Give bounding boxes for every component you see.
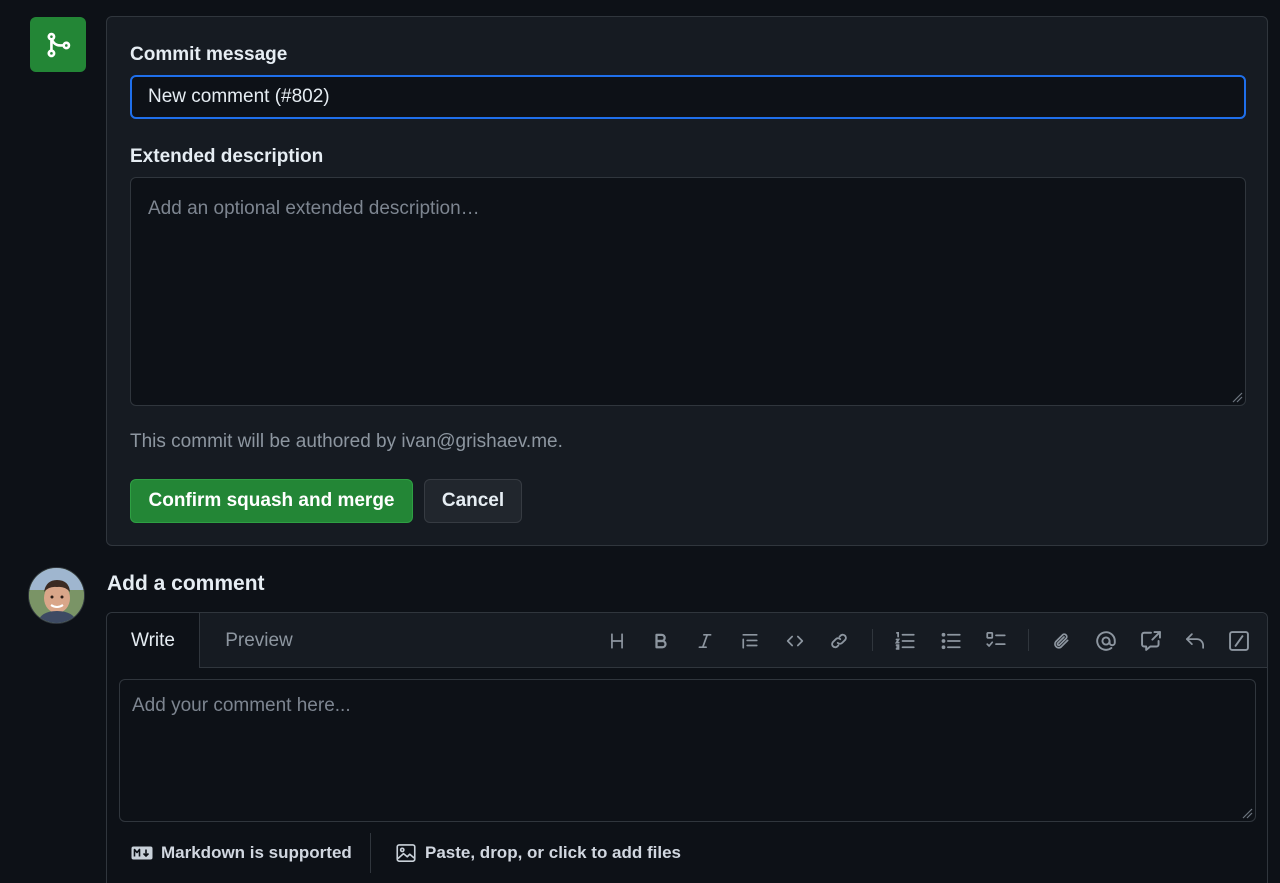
heading-icon[interactable] xyxy=(603,627,631,655)
comment-placeholder: Add your comment here... xyxy=(132,695,351,716)
commit-message-input[interactable]: New comment (#802) xyxy=(130,75,1246,119)
quote-icon[interactable] xyxy=(736,627,764,655)
footer-divider xyxy=(370,833,371,873)
git-merge-icon xyxy=(30,17,86,72)
cross-reference-icon[interactable] xyxy=(1137,627,1165,655)
image-icon xyxy=(396,844,416,862)
add-files-button[interactable]: Paste, drop, or click to add files xyxy=(395,841,681,865)
comment-input[interactable]: Add your comment here... xyxy=(119,679,1256,822)
avatar[interactable] xyxy=(28,567,85,624)
link-icon[interactable] xyxy=(825,627,853,655)
bold-icon[interactable] xyxy=(647,627,675,655)
confirm-squash-merge-button[interactable]: Confirm squash and merge xyxy=(130,479,413,523)
markdown-supported-link[interactable]: Markdown is supported xyxy=(131,841,352,865)
toolbar-divider xyxy=(872,629,873,651)
author-note: This commit will be authored by ivan@gri… xyxy=(130,431,563,452)
tab-write[interactable]: Write xyxy=(107,613,200,668)
markdown-note: Markdown is supported xyxy=(161,843,352,862)
cancel-button[interactable]: Cancel xyxy=(424,479,522,523)
code-icon[interactable] xyxy=(781,627,809,655)
commit-message-label: Commit message xyxy=(130,44,288,65)
files-note: Paste, drop, or click to add files xyxy=(425,843,682,862)
unordered-list-icon[interactable] xyxy=(937,627,965,655)
task-list-icon[interactable] xyxy=(982,627,1010,655)
mention-icon[interactable] xyxy=(1092,627,1120,655)
extended-description-placeholder: Add an optional extended description… xyxy=(148,198,480,219)
comment-box: Write Preview Add your comment here... M… xyxy=(106,612,1268,883)
italic-icon[interactable] xyxy=(691,627,719,655)
comment-toolbar: Write Preview xyxy=(107,613,1267,668)
attach-icon[interactable] xyxy=(1048,627,1076,655)
tab-preview[interactable]: Preview xyxy=(200,613,318,668)
reply-icon[interactable] xyxy=(1181,627,1209,655)
resize-grip-icon[interactable] xyxy=(1239,805,1253,819)
markdown-icon xyxy=(131,846,153,860)
extended-description-label: Extended description xyxy=(130,146,324,167)
commit-message-value: New comment (#802) xyxy=(148,86,330,107)
add-comment-heading: Add a comment xyxy=(107,572,265,595)
page: Commit message New comment (#802) Extend… xyxy=(0,0,1280,883)
toolbar-divider xyxy=(1028,629,1029,651)
merge-box: Commit message New comment (#802) Extend… xyxy=(106,16,1268,546)
resize-grip-icon[interactable] xyxy=(1229,389,1243,403)
numbered-list-icon[interactable] xyxy=(891,627,919,655)
slash-commands-icon[interactable] xyxy=(1225,627,1253,655)
extended-description-input[interactable]: Add an optional extended description… xyxy=(130,177,1246,406)
